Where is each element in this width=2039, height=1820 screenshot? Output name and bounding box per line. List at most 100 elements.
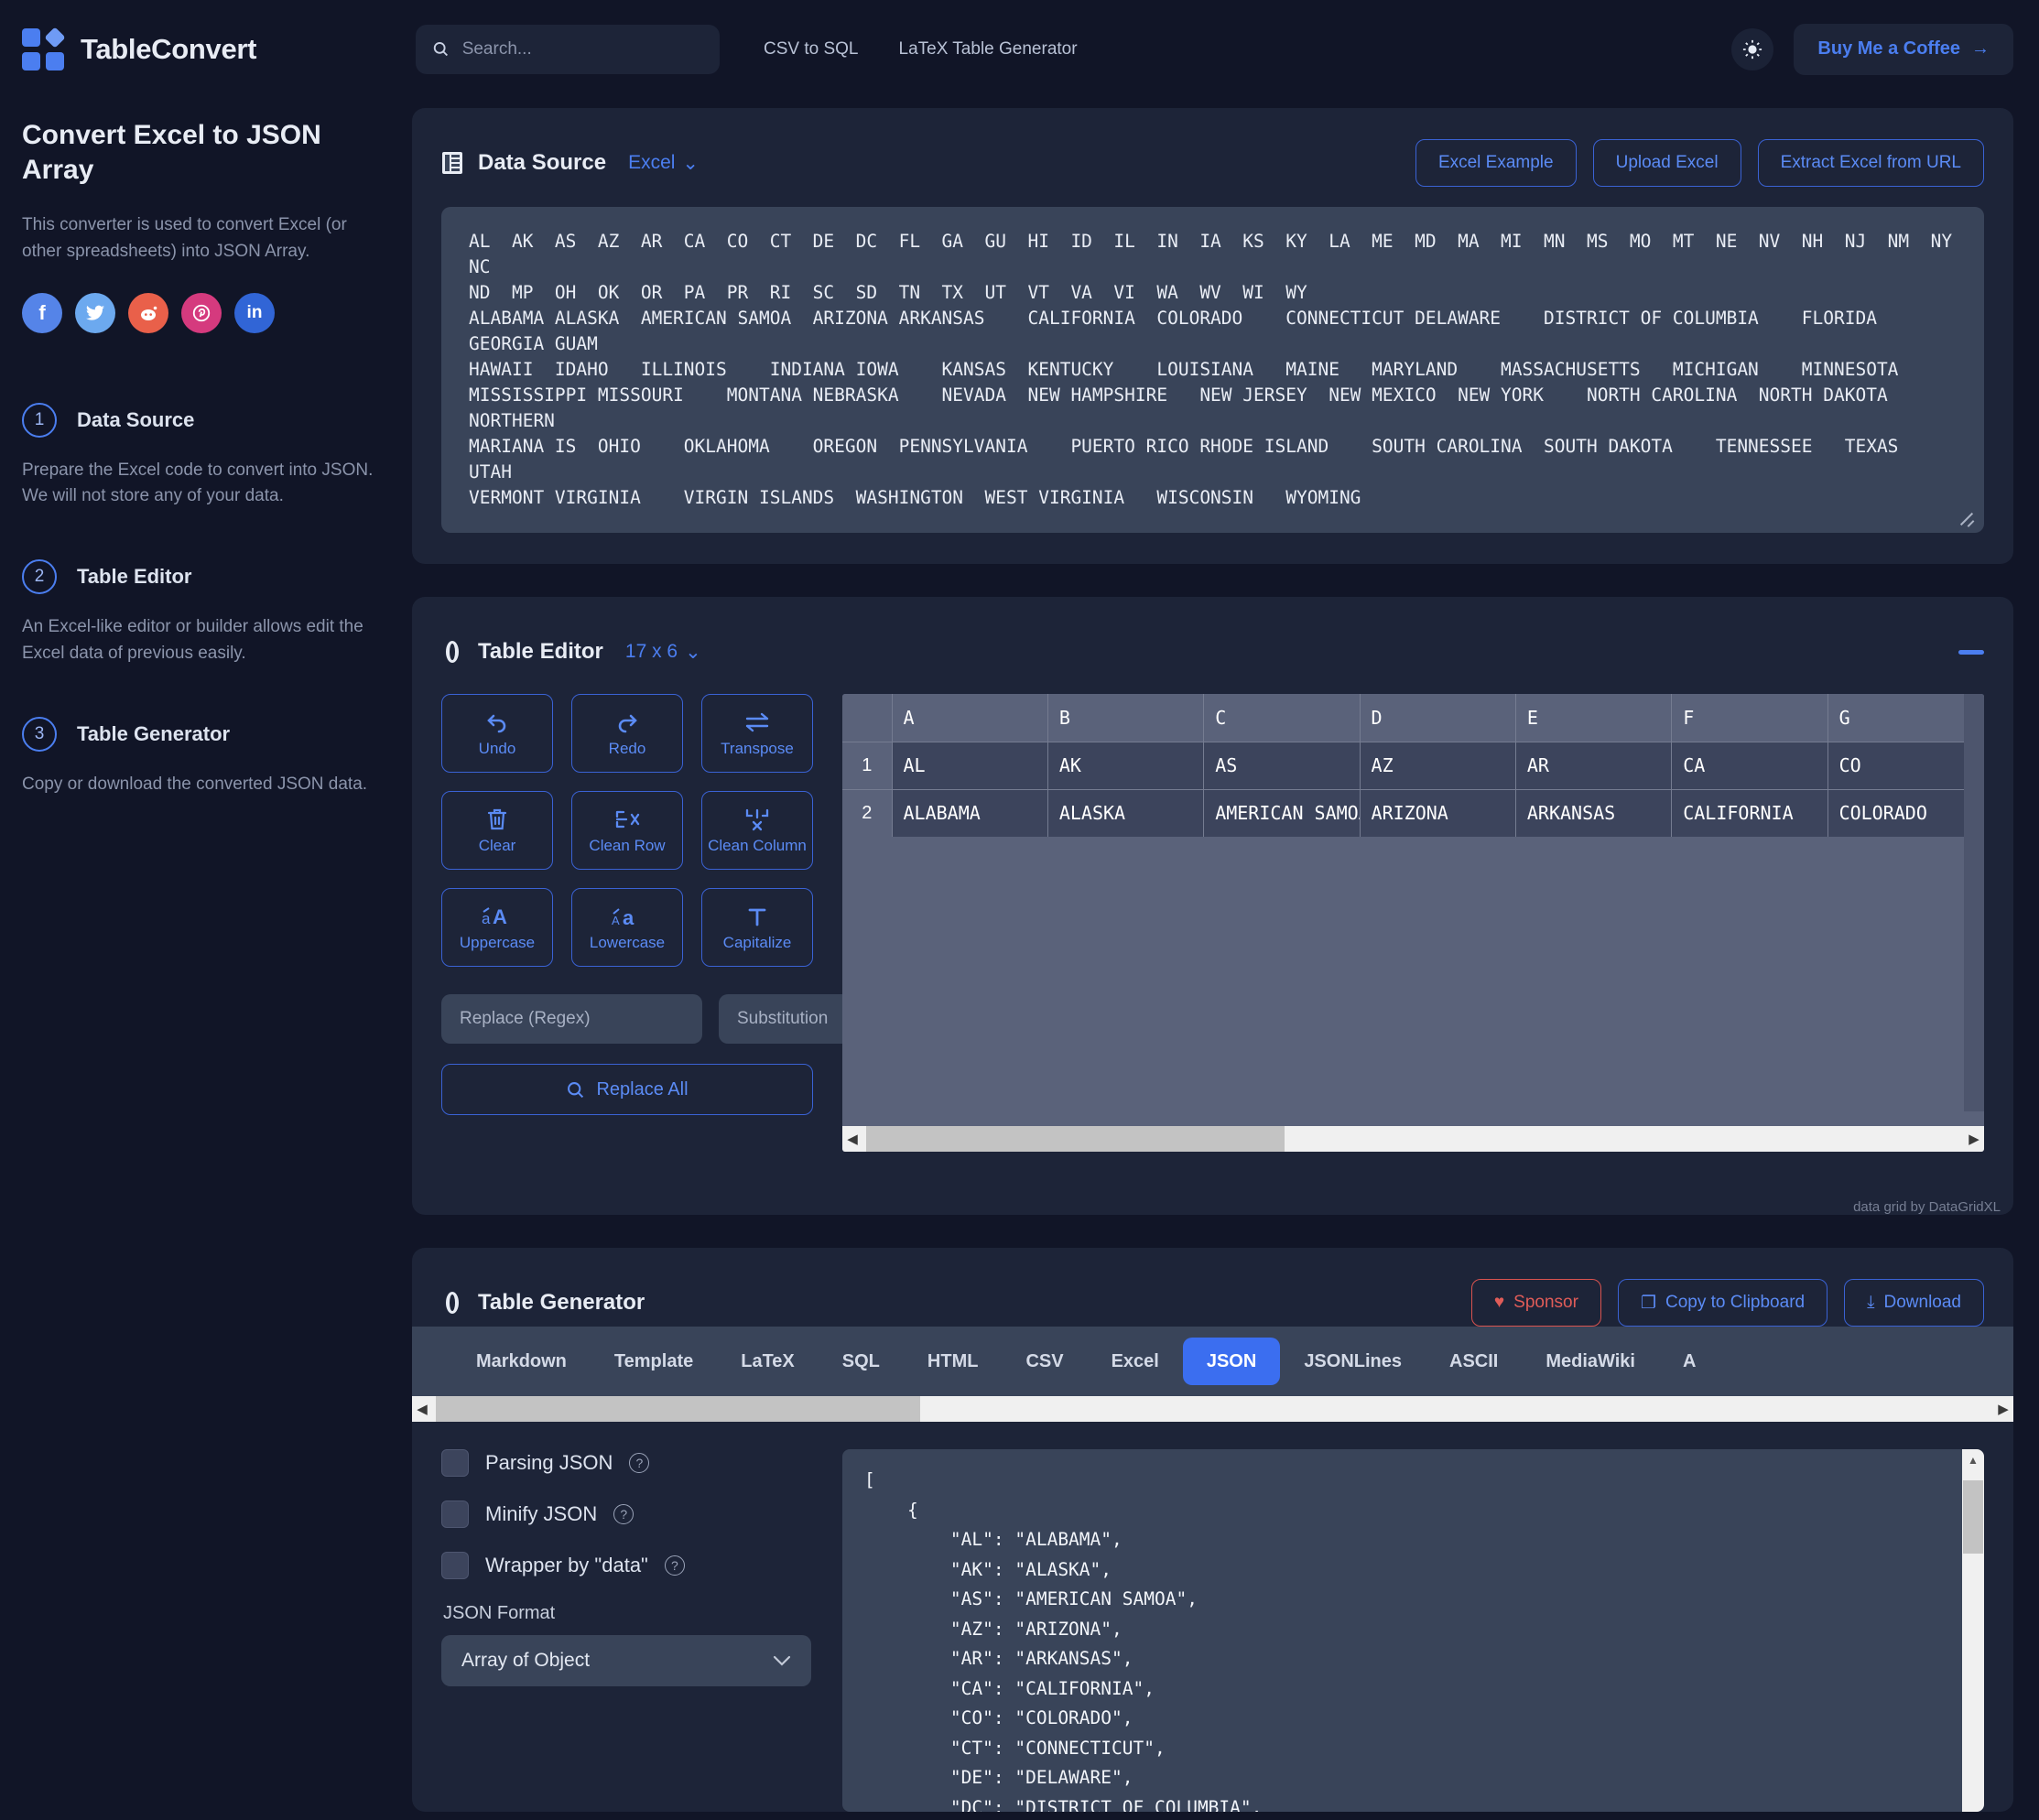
data-grid[interactable]: A B C D E F G 1 AL AK AS AZ AR CA CO 2 A… (842, 694, 1984, 1152)
grid-cell[interactable]: ARKANSAS (1515, 789, 1673, 838)
undo-button[interactable]: Undo (441, 694, 553, 773)
option-wrapper-by-data: Wrapper by "data" ? (441, 1552, 813, 1579)
uppercase-button[interactable]: a A Uppercase (441, 888, 553, 967)
grid-column-header[interactable]: C (1203, 694, 1361, 742)
tabs-scroll-track[interactable] (432, 1396, 1993, 1422)
data-source-format-select[interactable]: Excel ⌄ (628, 152, 699, 175)
tabs-scroll-left-icon[interactable]: ◀ (412, 1401, 432, 1417)
main-content: Data Source Excel ⌄ Excel Example Upload… (412, 98, 2039, 1820)
sponsor-button[interactable]: ♥ Sponsor (1470, 1279, 1601, 1327)
grid-column-header[interactable]: B (1047, 694, 1205, 742)
output-scroll-thumb[interactable] (1963, 1480, 1983, 1554)
grid-column-header[interactable]: E (1515, 694, 1673, 742)
lowercase-button[interactable]: A a Lowercase (571, 888, 683, 967)
grid-corner-cell[interactable] (842, 694, 893, 742)
grid-vertical-scrollbar[interactable] (1964, 694, 1984, 1111)
help-icon[interactable]: ? (664, 1555, 685, 1576)
tab-json[interactable]: JSON (1182, 1338, 1281, 1385)
reddit-icon[interactable] (128, 292, 168, 333)
replace-all-button[interactable]: Replace All (441, 1064, 813, 1115)
grid-cell[interactable]: AS (1203, 742, 1361, 790)
parsing-json-checkbox[interactable] (441, 1449, 469, 1477)
scroll-up-icon[interactable]: ▲ (1962, 1449, 1984, 1471)
grid-horizontal-scrollbar[interactable]: ◀ ▶ (842, 1126, 1984, 1152)
grid-cell[interactable]: CALIFORNIA (1671, 789, 1828, 838)
help-icon[interactable]: ? (629, 1453, 650, 1473)
grid-cell[interactable]: AMERICAN SAMOA (1203, 789, 1361, 838)
resize-handle-icon[interactable] (1958, 509, 1975, 525)
grid-cell[interactable]: CO (1828, 742, 1984, 790)
chevron-down-icon: ⌄ (682, 152, 700, 174)
clear-button[interactable]: Clear (441, 791, 553, 870)
tab-more[interactable]: A (1659, 1338, 1719, 1385)
tabs-scroll-thumb[interactable] (436, 1396, 920, 1422)
step-description: Copy or download the converted JSON data… (22, 775, 368, 795)
grid-cell[interactable]: ALABAMA (892, 789, 1048, 838)
grid-cell[interactable]: CA (1671, 742, 1828, 790)
grid-column-header[interactable]: D (1360, 694, 1516, 742)
tab-latex[interactable]: LaTeX (717, 1338, 819, 1385)
extract-excel-from-url-button[interactable]: Extract Excel from URL (1757, 139, 1984, 187)
output-vertical-scrollbar[interactable]: ▲ (1962, 1449, 1984, 1812)
clean-row-button[interactable]: Clean Row (571, 791, 683, 870)
scroll-right-icon[interactable]: ▶ (1964, 1131, 1984, 1147)
search-box[interactable] (416, 24, 720, 74)
grid-cell[interactable]: AL (892, 742, 1048, 790)
clean-column-button[interactable]: Clean Column (701, 791, 813, 870)
twitter-icon[interactable] (75, 292, 115, 333)
tabs-horizontal-scrollbar[interactable]: ◀ ▶ (412, 1396, 2013, 1422)
grid-cell[interactable]: ARIZONA (1360, 789, 1516, 838)
help-icon[interactable]: ? (613, 1504, 634, 1524)
scroll-thumb[interactable] (866, 1126, 1285, 1152)
copy-to-clipboard-button[interactable]: ❐ Copy to Clipboard (1617, 1279, 1828, 1327)
tab-mediawiki[interactable]: MediaWiki (1522, 1338, 1659, 1385)
pinterest-icon[interactable] (181, 292, 222, 333)
excel-example-button[interactable]: Excel Example (1415, 139, 1577, 187)
grid-cell[interactable]: AK (1047, 742, 1205, 790)
tab-sql[interactable]: SQL (819, 1338, 904, 1385)
upload-excel-button[interactable]: Upload Excel (1592, 139, 1741, 187)
download-button[interactable]: ⤓ Download (1844, 1279, 1984, 1327)
tab-markdown[interactable]: Markdown (452, 1338, 591, 1385)
tool-label: Transpose (721, 740, 794, 757)
table-generator-header: Table Generator ♥ Sponsor ❐ Copy to Clip… (412, 1248, 2013, 1327)
tab-csv[interactable]: CSV (1002, 1338, 1087, 1385)
grid-column-header[interactable]: A (892, 694, 1048, 742)
tab-excel[interactable]: Excel (1088, 1338, 1183, 1385)
json-format-select[interactable]: Array of Object (441, 1635, 811, 1686)
capitalize-button[interactable]: Capitalize (701, 888, 813, 967)
buy-me-a-coffee-button[interactable]: Buy Me a Coffee → (1794, 23, 2013, 75)
search-input[interactable] (461, 38, 703, 60)
tabs-scroll-right-icon[interactable]: ▶ (1993, 1401, 2013, 1417)
redo-button[interactable]: Redo (571, 694, 683, 773)
tab-html[interactable]: HTML (904, 1338, 1003, 1385)
facebook-icon[interactable]: f (22, 292, 62, 333)
grid-cell[interactable]: AZ (1360, 742, 1516, 790)
replace-regex-input[interactable] (441, 994, 702, 1044)
table-dimensions-select[interactable]: 17 x 6 ⌄ (625, 641, 701, 664)
minimize-icon[interactable] (1958, 649, 1984, 655)
sun-icon[interactable] (1731, 27, 1774, 70)
grid-row-header[interactable]: 1 (842, 742, 893, 790)
data-source-textarea[interactable]: AL AK AS AZ AR CA CO CT DE DC FL GA GU H… (441, 207, 1984, 533)
tab-template[interactable]: Template (591, 1338, 717, 1385)
grid-column-header[interactable]: G (1828, 694, 1984, 742)
grid-column-header[interactable]: F (1671, 694, 1828, 742)
json-output-area[interactable]: [ { "AL": "ALABAMA", "AK": "ALASKA", "AS… (842, 1449, 1984, 1812)
minify-json-checkbox[interactable] (441, 1500, 469, 1528)
grid-cell[interactable]: COLORADO (1828, 789, 1984, 838)
nav-csv-to-sql[interactable]: CSV to SQL (764, 39, 859, 60)
linkedin-icon[interactable]: in (234, 292, 275, 333)
data-source-title: Data Source (478, 150, 607, 175)
brand[interactable]: TableConvert (22, 26, 407, 70)
nav-latex-table-generator[interactable]: LaTeX Table Generator (899, 39, 1078, 60)
transpose-button[interactable]: Transpose (701, 694, 813, 773)
grid-row-header[interactable]: 2 (842, 789, 893, 838)
scroll-track[interactable] (862, 1126, 1964, 1152)
tab-ascii[interactable]: ASCII (1426, 1338, 1522, 1385)
grid-cell[interactable]: ALASKA (1047, 789, 1205, 838)
tab-jsonlines[interactable]: JSONLines (1280, 1338, 1426, 1385)
scroll-left-icon[interactable]: ◀ (842, 1131, 862, 1147)
grid-cell[interactable]: AR (1515, 742, 1673, 790)
wrapper-by-data-checkbox[interactable] (441, 1552, 469, 1579)
